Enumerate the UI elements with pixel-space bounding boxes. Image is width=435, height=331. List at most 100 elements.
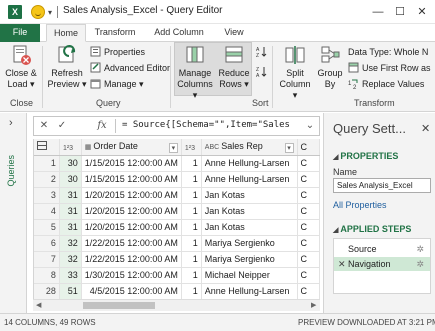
queries-panel-label[interactable]: Queries: [6, 155, 16, 187]
tab-add-column[interactable]: Add Column: [148, 24, 210, 42]
table-row[interactable]: 1 30 1/15/2015 12:00:00 AM 1 Anne Hellung-La…: [34, 155, 320, 172]
table-cell[interactable]: 1: [181, 283, 202, 299]
table-row[interactable]: 3 31 1/20/2015 12:00:00 AM 1 Jan Kotas C: [34, 187, 320, 204]
table-cell[interactable]: C: [297, 283, 320, 299]
formula-confirm-button[interactable]: ✓: [54, 119, 70, 133]
group-by-button[interactable]: Group By: [316, 44, 344, 90]
table-cell[interactable]: 31: [59, 219, 82, 236]
maximize-button[interactable]: ☐: [390, 4, 410, 20]
queries-panel[interactable]: › Queries: [0, 113, 27, 313]
column-header-order-date[interactable]: ▦ Order Date ▾: [81, 139, 182, 156]
table-cell[interactable]: 32: [59, 251, 82, 268]
table-cell[interactable]: C: [297, 251, 320, 268]
table-cell[interactable]: C: [297, 155, 320, 172]
step-source[interactable]: Source ✲: [334, 242, 430, 256]
table-cell[interactable]: 1/22/2015 12:00:00 AM: [81, 251, 182, 268]
table-cell[interactable]: C: [297, 203, 320, 220]
gear-icon[interactable]: ✲: [416, 242, 424, 256]
sort-ascending-button[interactable]: AZ: [256, 46, 270, 59]
table-cell[interactable]: 30: [59, 171, 82, 188]
formula-input[interactable]: = Source{[Schema="",Item="Sales: [122, 120, 290, 130]
table-cell[interactable]: Jan Kotas: [201, 187, 298, 204]
table-cell[interactable]: C: [297, 171, 320, 188]
close-load-button[interactable]: Close & Load ▾: [4, 44, 38, 90]
horizontal-scrollbar[interactable]: ◀ ▶: [33, 299, 320, 311]
use-first-row-headers-button[interactable]: Use First Row as: [348, 62, 431, 75]
table-cell[interactable]: Jan Kotas: [201, 203, 298, 220]
manage-columns-button[interactable]: Manage Columns ▾: [175, 44, 215, 101]
table-cell[interactable]: 4/5/2015 12:00:00 AM: [81, 283, 182, 299]
formula-cancel-button[interactable]: ✕: [36, 119, 52, 133]
column-filter-dropdown-icon[interactable]: ▾: [284, 142, 294, 153]
properties-heading[interactable]: ◢ PROPERTIES: [333, 151, 398, 161]
column-filter-dropdown-icon[interactable]: ▾: [168, 142, 178, 153]
data-type-dropdown[interactable]: Data Type: Whole N: [348, 46, 428, 59]
table-row[interactable]: 28 51 4/5/2015 12:00:00 AM 1 Anne Hellung-La…: [34, 283, 320, 299]
tab-transform[interactable]: Transform: [88, 24, 142, 42]
table-cell[interactable]: C: [297, 235, 320, 252]
table-cell[interactable]: 33: [59, 267, 82, 284]
table-cell[interactable]: 31: [59, 203, 82, 220]
table-cell[interactable]: 30: [59, 155, 82, 172]
all-properties-link[interactable]: All Properties: [333, 200, 387, 210]
table-cell[interactable]: 1: [181, 187, 202, 204]
tab-view[interactable]: View: [216, 24, 252, 42]
table-row[interactable]: 5 31 1/20/2015 12:00:00 AM 1 Jan Kotas C: [34, 219, 320, 236]
table-cell[interactable]: Anne Hellung-Larsen: [201, 171, 298, 188]
quick-access-dropdown-icon[interactable]: ▾: [48, 8, 52, 17]
table-cell[interactable]: 1/15/2015 12:00:00 AM: [81, 155, 182, 172]
delete-step-icon[interactable]: ✕: [338, 257, 346, 271]
sort-descending-button[interactable]: ZA: [256, 66, 270, 79]
advanced-editor-button[interactable]: Advanced Editor: [90, 62, 170, 75]
table-cell[interactable]: 1: [181, 171, 202, 188]
table-cell[interactable]: 1/15/2015 12:00:00 AM: [81, 171, 182, 188]
close-settings-icon[interactable]: ✕: [421, 122, 430, 135]
table-row[interactable]: 7 32 1/22/2015 12:00:00 AM 1 Mariya Sergienk…: [34, 251, 320, 268]
split-column-button[interactable]: Split Column ▾: [276, 44, 314, 101]
table-cell[interactable]: C: [297, 267, 320, 284]
minimize-button[interactable]: —: [368, 4, 388, 20]
table-cell[interactable]: 1/20/2015 12:00:00 AM: [81, 203, 182, 220]
table-cell[interactable]: Michael Neipper: [201, 267, 298, 284]
table-cell[interactable]: 1: [181, 155, 202, 172]
gear-icon[interactable]: ✲: [416, 257, 424, 271]
table-cell[interactable]: Anne Hellung-Larsen: [201, 155, 298, 172]
table-cell[interactable]: 1/30/2015 12:00:00 AM: [81, 267, 182, 284]
table-row[interactable]: 6 32 1/22/2015 12:00:00 AM 1 Mariya Sergienk…: [34, 235, 320, 252]
table-cell[interactable]: Anne Hellung-Larsen: [201, 283, 298, 299]
table-cell[interactable]: 1/22/2015 12:00:00 AM: [81, 235, 182, 252]
table-cell[interactable]: 1/20/2015 12:00:00 AM: [81, 219, 182, 236]
column-header[interactable]: 1²3: [59, 139, 82, 156]
table-cell[interactable]: 1: [181, 267, 202, 284]
scroll-left-icon[interactable]: ◀: [36, 301, 41, 309]
formula-expand-icon[interactable]: ⌄: [302, 119, 318, 133]
table-row[interactable]: 4 31 1/20/2015 12:00:00 AM 1 Jan Kotas C: [34, 203, 320, 220]
expand-queries-icon[interactable]: ›: [9, 117, 13, 129]
table-cell[interactable]: Jan Kotas: [201, 219, 298, 236]
table-row[interactable]: 2 30 1/15/2015 12:00:00 AM 1 Anne Hellung-La…: [34, 171, 320, 188]
table-cell[interactable]: 1: [181, 219, 202, 236]
close-window-button[interactable]: ✕: [412, 4, 432, 20]
column-header[interactable]: C: [297, 139, 320, 156]
properties-button[interactable]: Properties: [90, 46, 145, 59]
table-cell[interactable]: 32: [59, 235, 82, 252]
table-cell[interactable]: 1: [181, 235, 202, 252]
table-cell[interactable]: 31: [59, 187, 82, 204]
replace-values-button[interactable]: 1 2 Replace Values: [348, 78, 424, 91]
table-cell[interactable]: C: [297, 187, 320, 204]
smiley-feedback-icon[interactable]: [31, 5, 45, 19]
table-cell[interactable]: Mariya Sergienko: [201, 251, 298, 268]
table-cell[interactable]: Mariya Sergienko: [201, 235, 298, 252]
table-cell[interactable]: 1/20/2015 12:00:00 AM: [81, 187, 182, 204]
table-cell[interactable]: C: [297, 219, 320, 236]
scroll-right-icon[interactable]: ▶: [311, 301, 316, 309]
scrollbar-thumb[interactable]: [83, 302, 155, 309]
column-header[interactable]: 1²3: [181, 139, 202, 156]
grid-corner[interactable]: [34, 139, 60, 156]
reduce-rows-button[interactable]: Reduce Rows ▾: [216, 44, 252, 90]
table-cell[interactable]: 51: [59, 283, 82, 299]
manage-query-button[interactable]: Manage ▾: [90, 78, 144, 91]
refresh-preview-button[interactable]: Refresh Preview ▾: [46, 44, 88, 90]
step-navigation[interactable]: ✕ Navigation ✲: [334, 257, 430, 271]
query-name-input[interactable]: Sales Analysis_Excel: [333, 178, 431, 193]
